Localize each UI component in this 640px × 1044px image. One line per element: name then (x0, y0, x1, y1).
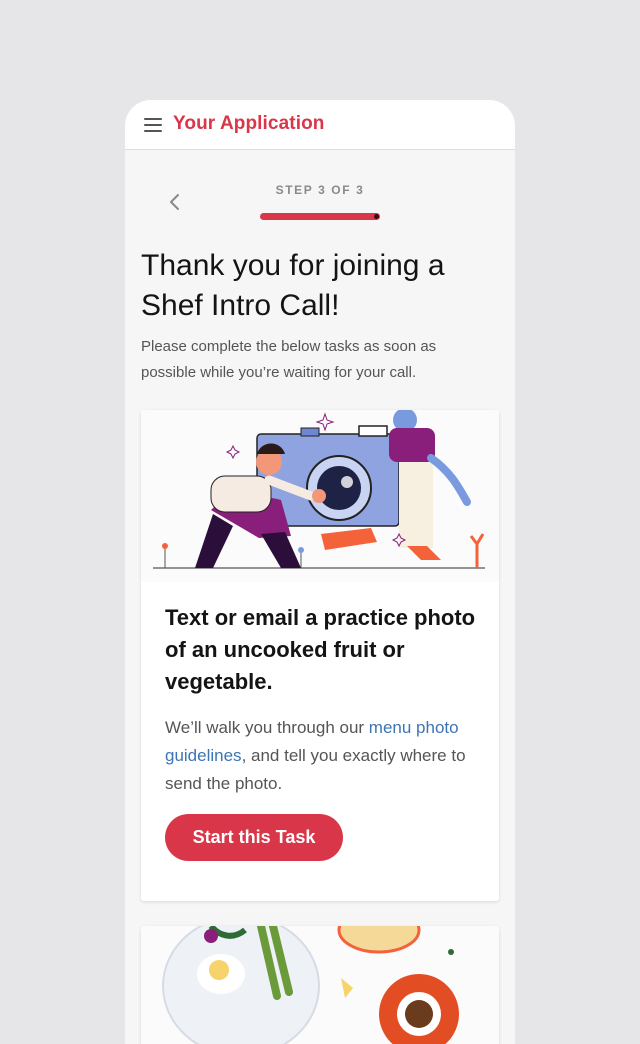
progress-end-dot (374, 214, 379, 219)
progress-bar (260, 213, 380, 220)
start-task-button[interactable]: Start this Task (165, 814, 343, 861)
app-bar: Your Application (125, 100, 515, 150)
task-description-text: We’ll walk you through our (165, 718, 369, 737)
page-title: Thank you for joining a Shef Intro Call! (141, 249, 445, 322)
step-label: STEP 3 OF 3 (275, 183, 365, 197)
hamburger-menu-icon[interactable] (144, 118, 162, 132)
task-title: Text or email a practice photo of an unc… (165, 605, 476, 694)
task-card: Text or email a practice photo of an unc… (141, 410, 499, 901)
app-screen: Your Application STEP 3 OF 3 Thank you f… (125, 100, 515, 1044)
breakfast-food-illustration (141, 926, 499, 1044)
next-task-card (141, 926, 499, 1044)
task-description: We’ll walk you through our menu photo gu… (165, 714, 480, 798)
app-title: Your Application (173, 113, 325, 134)
camera-photographer-illustration (141, 410, 499, 582)
page-subtitle: Please complete the below tasks as soon … (141, 338, 437, 381)
